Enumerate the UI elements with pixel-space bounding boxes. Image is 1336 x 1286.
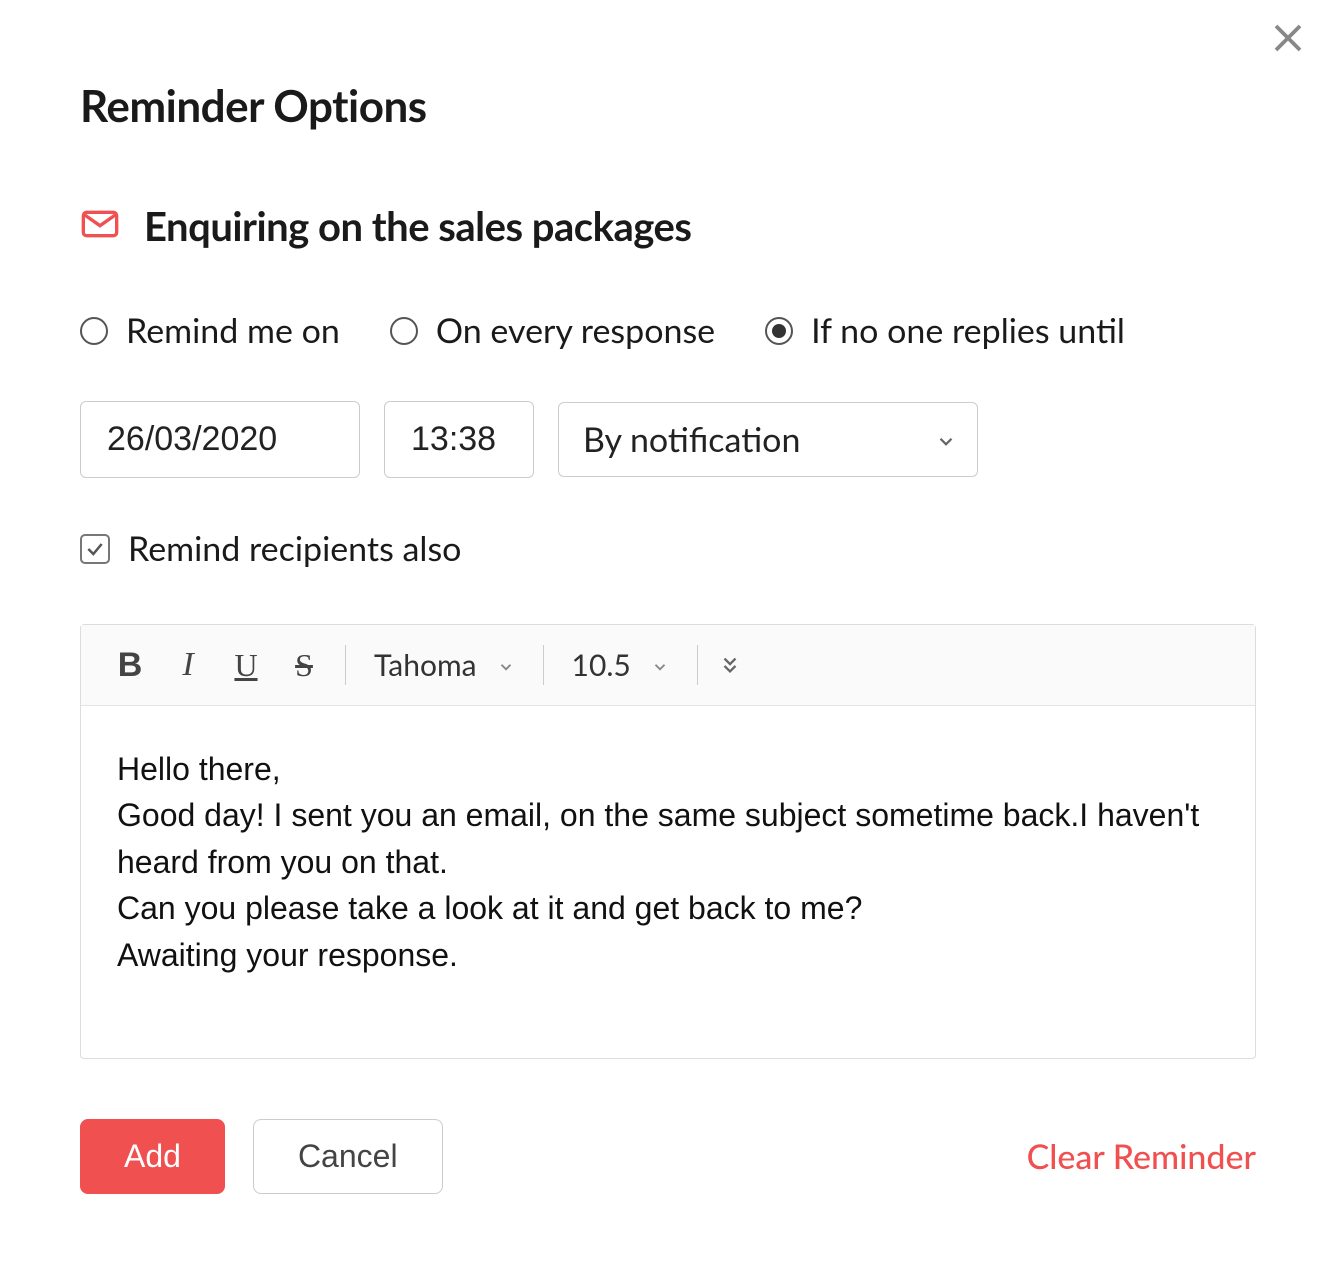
editor-toolbar: B I U S Tahoma 10.5 <box>81 625 1255 706</box>
toolbar-divider <box>345 645 346 685</box>
close-icon <box>1270 20 1306 56</box>
italic-button[interactable]: I <box>159 639 217 691</box>
font-family-value: Tahoma <box>374 647 477 683</box>
footer-left: Add Cancel <box>80 1119 443 1194</box>
double-chevron-down-icon <box>719 654 741 676</box>
chevron-down-icon <box>651 647 669 683</box>
reminder-options-dialog: Reminder Options Enquiring on the sales … <box>0 0 1336 1286</box>
toolbar-divider <box>543 645 544 685</box>
chevron-down-icon <box>935 419 957 460</box>
notification-method-select[interactable]: By notification <box>558 402 978 477</box>
select-value: By notification <box>583 419 800 460</box>
font-size-value: 10.5 <box>572 647 631 683</box>
subject-text: Enquiring on the sales packages <box>144 202 691 250</box>
radio-label: On every response <box>436 310 715 351</box>
radio-on-every-response[interactable]: On every response <box>390 310 715 351</box>
dialog-footer: Add Cancel Clear Reminder <box>80 1119 1256 1194</box>
message-editor: B I U S Tahoma 10.5 <box>80 624 1256 1059</box>
message-line: Can you please take a look at it and get… <box>117 885 1219 931</box>
checkbox-icon <box>80 534 110 564</box>
message-line: Awaiting your response. <box>117 932 1219 978</box>
mail-icon <box>80 204 120 248</box>
toolbar-divider <box>697 645 698 685</box>
clear-reminder-link[interactable]: Clear Reminder <box>1027 1136 1256 1177</box>
checkbox-label: Remind recipients also <box>128 528 461 569</box>
reminder-inputs-row: By notification <box>80 401 1256 478</box>
close-button[interactable] <box>1270 20 1306 60</box>
strikethrough-button[interactable]: S <box>275 639 333 691</box>
radio-label: If no one replies until <box>811 310 1125 351</box>
date-input[interactable] <box>80 401 360 478</box>
dialog-title: Reminder Options <box>80 80 1256 132</box>
add-button[interactable]: Add <box>80 1119 225 1194</box>
message-line: Good day! I sent you an email, on the sa… <box>117 792 1219 885</box>
font-size-select[interactable]: 10.5 <box>556 647 685 683</box>
radio-label: Remind me on <box>126 310 340 351</box>
radio-icon <box>765 317 793 345</box>
toolbar-more-button[interactable] <box>710 654 750 676</box>
time-input[interactable] <box>384 401 534 478</box>
chevron-down-icon <box>497 647 515 683</box>
message-line: Hello there, <box>117 746 1219 792</box>
radio-remind-me-on[interactable]: Remind me on <box>80 310 340 351</box>
bold-button[interactable]: B <box>101 639 159 691</box>
underline-button[interactable]: U <box>217 639 275 691</box>
radio-if-no-one-replies[interactable]: If no one replies until <box>765 310 1125 351</box>
subject-row: Enquiring on the sales packages <box>80 202 1256 250</box>
cancel-button[interactable]: Cancel <box>253 1119 443 1194</box>
font-family-select[interactable]: Tahoma <box>358 647 531 683</box>
editor-textarea[interactable]: Hello there, Good day! I sent you an ema… <box>81 706 1255 1058</box>
remind-recipients-checkbox[interactable]: Remind recipients also <box>80 528 1256 569</box>
radio-icon <box>390 317 418 345</box>
radio-icon <box>80 317 108 345</box>
reminder-type-radios: Remind me on On every response If no one… <box>80 310 1256 351</box>
